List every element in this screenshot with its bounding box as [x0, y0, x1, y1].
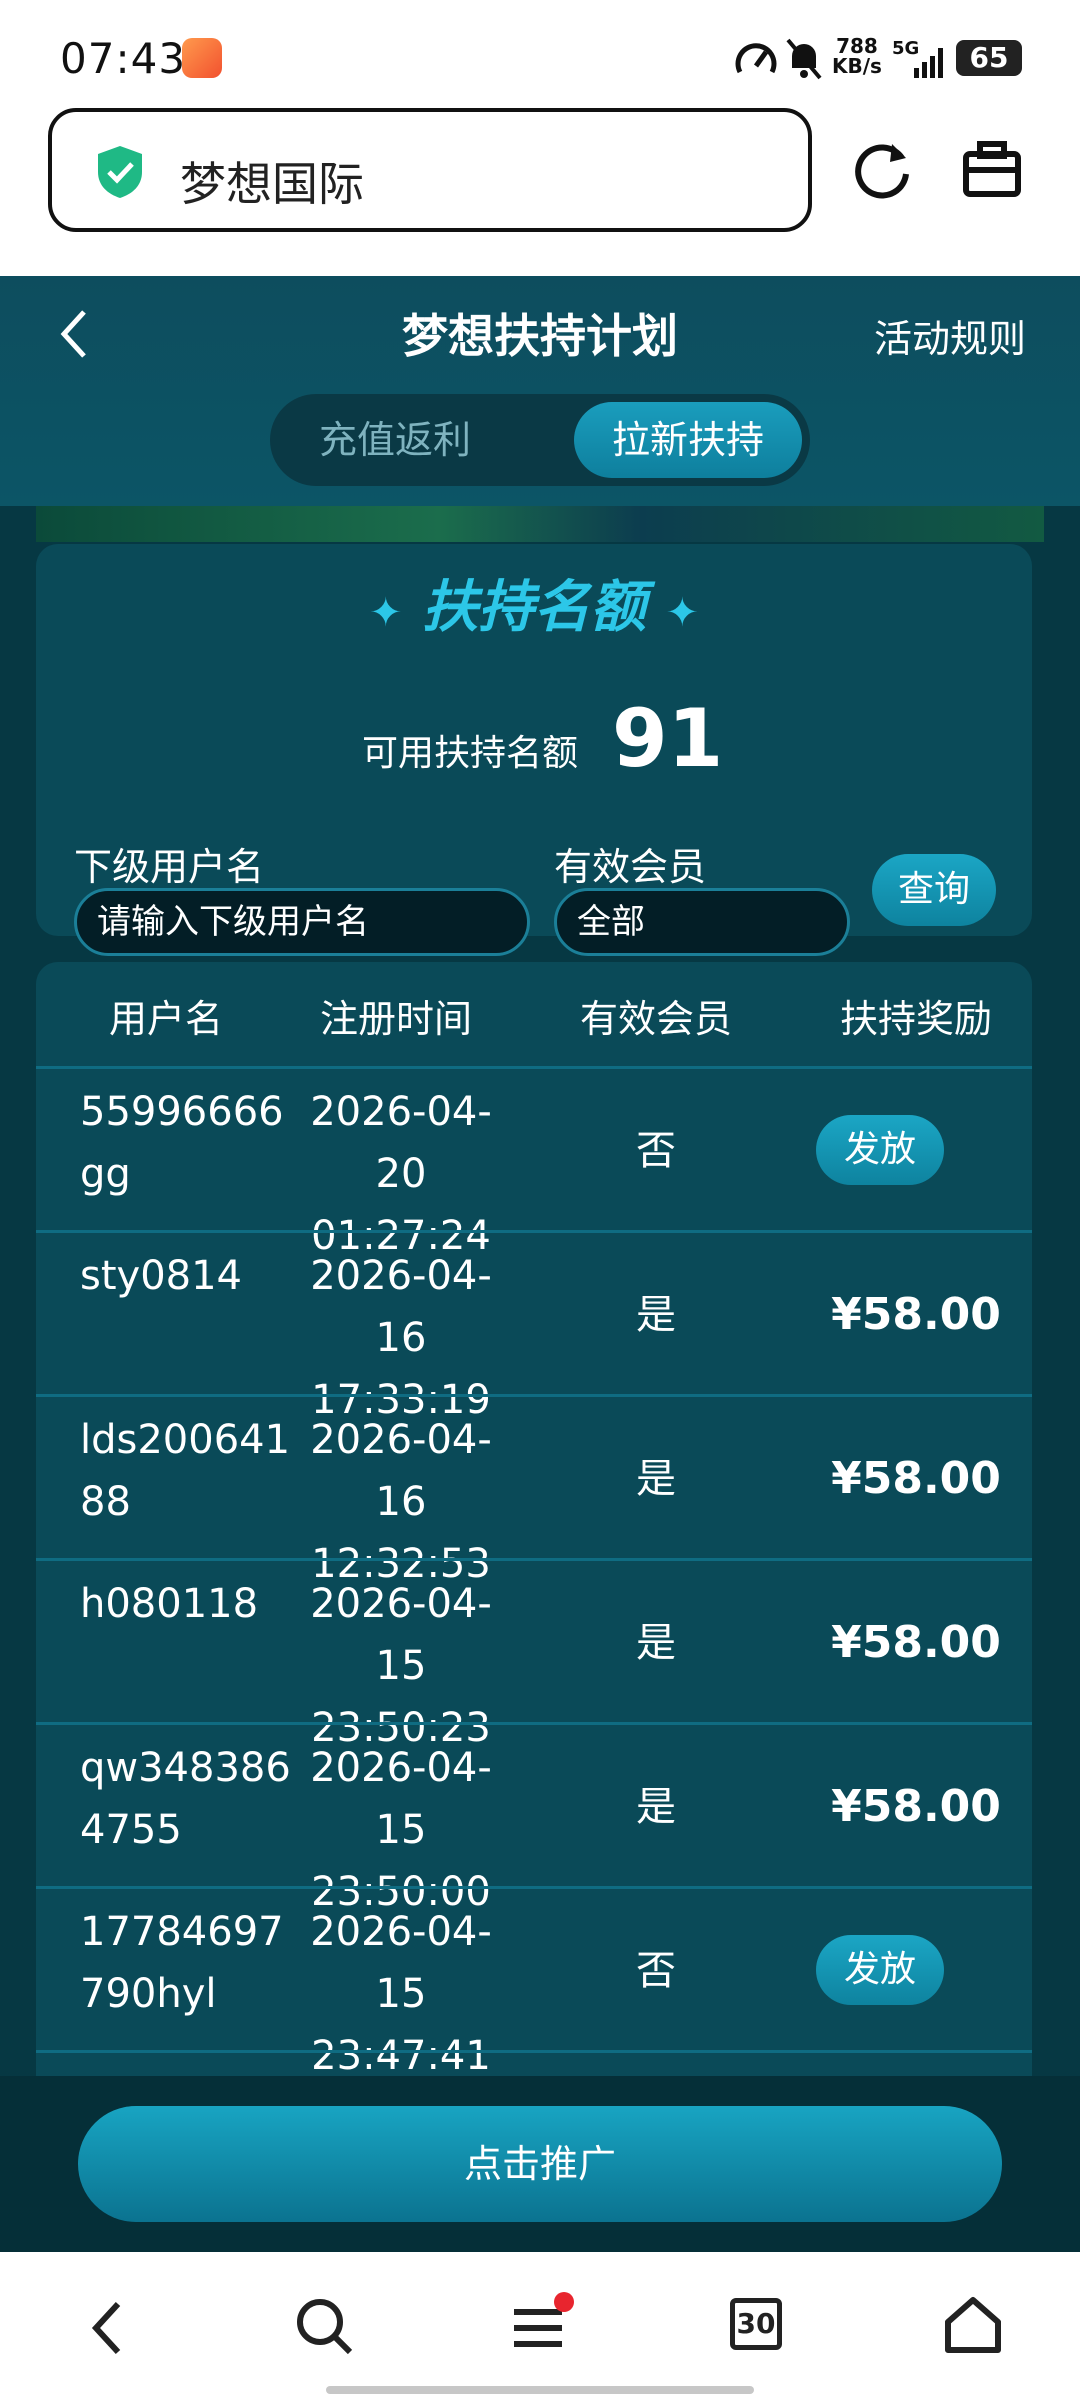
table-row-partial: [36, 2050, 1032, 2076]
quota-heading: ✦ 扶持名额 ✦: [36, 562, 1032, 643]
table-header-reg-time: 注册时间: [319, 997, 472, 1041]
tab-switcher: 充值返利 拉新扶持: [270, 394, 810, 486]
speedometer-icon: [735, 43, 777, 74]
query-button[interactable]: 查询: [872, 854, 996, 926]
row-username: qw3483864755: [80, 1745, 291, 1853]
nav-back-icon[interactable]: [88, 2296, 128, 2360]
sparkle-icon: ✦: [665, 590, 700, 636]
available-quota-label: 可用扶持名额: [362, 733, 579, 774]
member-filter-label: 有效会员: [554, 845, 707, 889]
row-member-status: 否: [636, 1128, 676, 1174]
row-member-status: 否: [636, 1948, 676, 1994]
signal-icon: [914, 48, 943, 78]
activity-rules-link[interactable]: 活动规则: [874, 308, 1026, 363]
issue-reward-button[interactable]: 发放: [816, 1115, 944, 1185]
row-member-status: 是: [636, 1620, 676, 1666]
table-row: lds20064188 2026-04-16 12:32:53 是 ¥58.00: [36, 1394, 1032, 1587]
table-header-member: 有效会员: [579, 997, 732, 1041]
row-username: lds20064188: [80, 1417, 291, 1525]
home-indicator[interactable]: [326, 2386, 754, 2394]
row-member-status: 是: [636, 1292, 676, 1338]
nav-tabs-icon[interactable]: 30: [730, 2298, 782, 2350]
nav-menu-icon[interactable]: [510, 2292, 576, 2356]
issue-reward-button[interactable]: 发放: [816, 1935, 944, 2005]
table-row: 55996666gg 2026-04-20 01:27:24 否发放: [36, 1066, 1032, 1259]
banner-strip: [36, 506, 1044, 542]
row-reward-amount: ¥58.00: [831, 1617, 1001, 1668]
row-username: 17784697790hyl: [80, 1909, 284, 2017]
promo-footer: 点击推广: [0, 2076, 1080, 2252]
quota-heading-text: 扶持名额: [422, 575, 646, 640]
reload-icon[interactable]: [850, 138, 914, 202]
promote-button[interactable]: 点击推广: [78, 2106, 1002, 2222]
row-reward-amount: ¥58.00: [831, 1781, 1001, 1832]
username-filter-label: 下级用户名: [74, 845, 265, 889]
available-quota-value: 91: [612, 692, 724, 785]
main-content: ✦ 扶持名额 ✦ 可用扶持名额 91 下级用户名 有效会员 请输入下级用户名 全…: [0, 506, 1080, 2076]
mute-bell-icon: [786, 38, 822, 80]
net-speed-unit: KB/s: [832, 54, 882, 78]
row-username: h080118: [80, 1581, 259, 1627]
net-speed: 788 KB/s: [832, 36, 882, 76]
sparkle-icon: ✦: [368, 590, 403, 636]
username-input[interactable]: 请输入下级用户名: [74, 888, 530, 956]
row-reward-amount: ¥58.00: [831, 1289, 1001, 1340]
table-row: qw3483864755 2026-04-15 23:50:00 是 ¥58.00: [36, 1722, 1032, 1915]
address-bar[interactable]: 梦想国际: [48, 108, 812, 232]
tab-recharge-rebate[interactable]: 充值返利: [270, 394, 520, 486]
referral-table: 用户名 注册时间 有效会员 扶持奖励 55996666gg 2026-04-20 …: [36, 962, 1032, 2076]
nav-home-icon[interactable]: [942, 2294, 1004, 2356]
app-header: 梦想扶持计划 活动规则 充值返利 拉新扶持: [0, 276, 1080, 506]
row-member-status: 是: [636, 1456, 676, 1502]
table-header-reward: 扶持奖励: [839, 997, 992, 1041]
app-notification-icon: [182, 38, 222, 78]
security-shield-icon: [98, 146, 142, 198]
browser-bottom-nav: 30: [0, 2252, 1080, 2400]
status-bar: 07:43 788 KB/s 5G 65: [0, 0, 1080, 110]
table-row: h080118 2026-04-15 23:50:23 是 ¥58.00: [36, 1558, 1032, 1751]
row-member-status: 是: [636, 1784, 676, 1830]
member-select[interactable]: 全部: [554, 888, 850, 956]
row-username: sty0814: [80, 1253, 242, 1299]
site-name: 梦想国际: [180, 157, 364, 211]
row-username: 55996666gg: [80, 1089, 284, 1197]
tab-referral-support[interactable]: 拉新扶持: [574, 402, 802, 478]
table-row: sty0814 2026-04-16 17:33:19 是 ¥58.00: [36, 1230, 1032, 1423]
battery-level: 65: [969, 41, 1009, 74]
row-reward-amount: ¥58.00: [831, 1453, 1001, 1504]
battery-icon: 65: [956, 40, 1022, 76]
status-time: 07:43: [60, 34, 187, 83]
toolbox-icon[interactable]: [962, 140, 1022, 200]
nav-search-icon[interactable]: [292, 2294, 356, 2358]
quota-card: ✦ 扶持名额 ✦ 可用扶持名额 91 下级用户名 有效会员 请输入下级用户名 全…: [36, 544, 1032, 956]
table-row: 17784697790hyl 2026-04-15 23:47:41 否发放: [36, 1886, 1032, 2076]
table-header-username: 用户名: [108, 997, 223, 1041]
nav-tabs-count: 30: [736, 2307, 776, 2340]
